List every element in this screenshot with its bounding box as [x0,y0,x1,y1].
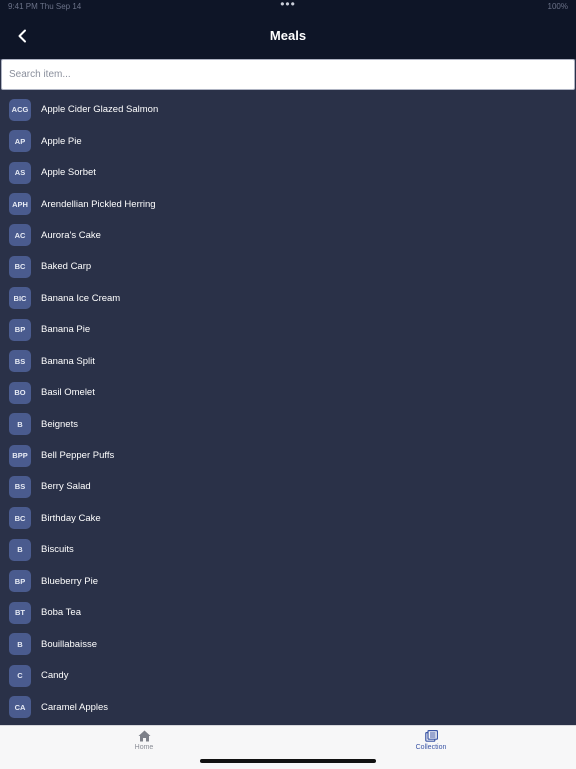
avatar: BP [9,318,31,341]
list-item[interactable]: BP Blueberry Pie [0,566,576,597]
list-item[interactable]: B Beignets [0,408,576,439]
avatar: B [9,538,31,561]
list-item-label: Blueberry Pie [41,575,99,587]
avatar: BPP [9,444,31,467]
avatar: BS [9,475,31,498]
list-item[interactable]: BC Baked Carp [0,251,576,282]
list-item-label: Aurora's Cake [41,229,101,241]
search-input[interactable] [1,59,575,90]
search-bar [0,59,576,92]
avatar: BT [9,601,31,624]
avatar: AC [9,224,31,247]
list-item-label: Birthday Cake [41,512,101,524]
avatar: BC [9,255,31,278]
tab-collection-label: Collection [415,744,447,751]
list-item[interactable]: AP Apple Pie [0,125,576,156]
status-time: 9:41 PM Thu Sep 14 [8,2,82,11]
list-item-label: Boba Tea [41,607,81,619]
avatar: B [9,633,31,656]
list-item-label: Banana Ice Cream [41,292,121,304]
list-item-label: Bell Pepper Puffs [41,450,115,462]
avatar: BO [9,381,31,404]
home-indicator [200,759,376,763]
list-item[interactable]: AC Aurora's Cake [0,220,576,251]
avatar: BS [9,350,31,373]
list-item-label: Banana Split [41,355,95,367]
list-item-label: Apple Cider Glazed Salmon [41,104,159,116]
list-item-label: Apple Sorbet [41,167,96,179]
avatar: BP [9,570,31,593]
list-item[interactable]: ACG Apple Cider Glazed Salmon [0,94,576,125]
avatar: APH [9,193,31,216]
tab-home[interactable]: Home [94,730,194,760]
list-item-label: Biscuits [41,544,74,556]
list-item-label: Arendellian Pickled Herring [41,198,156,210]
list-item[interactable]: BP Banana Pie [0,314,576,345]
tab-collection[interactable]: Collection [381,730,481,760]
list-item-label: Caramel Apples [41,701,109,713]
list-item-label: Banana Pie [41,324,91,336]
list-item-label: Berry Salad [41,481,91,493]
battery-status: 100% [547,2,568,11]
list-item[interactable]: BO Basil Omelet [0,377,576,408]
avatar: CA [9,696,31,719]
multitask-dots-icon[interactable]: ••• [276,0,300,11]
list-item[interactable]: C Candy [0,660,576,691]
avatar: B [9,413,31,436]
list-item-label: Bouillabaisse [41,638,97,650]
collection-icon [424,730,438,742]
list-item[interactable]: BC Birthday Cake [0,503,576,534]
list-item-label: Apple Pie [41,135,82,147]
list-item[interactable]: CA Caramel Apples [0,691,576,722]
page-title: Meals [269,28,307,43]
list-item[interactable]: BPP Bell Pepper Puffs [0,440,576,471]
status-bar: 9:41 PM Thu Sep 14 ••• 100% [0,0,576,14]
list-item[interactable]: B Bouillabaisse [0,628,576,659]
tab-home-label: Home [134,744,154,751]
home-icon [138,730,150,742]
list-item[interactable]: APH Arendellian Pickled Herring [0,188,576,219]
avatar: ACG [9,98,31,121]
list-item-label: Basil Omelet [41,387,95,399]
list-item[interactable]: BS Banana Split [0,346,576,377]
meal-list: ACG Apple Cider Glazed Salmon AP Apple Pie A… [0,94,576,724]
navigation-bar: 9:41 PM Thu Sep 14 ••• 100% Meals [0,0,576,59]
list-item[interactable]: AS Apple Sorbet [0,157,576,188]
avatar: BC [9,507,31,530]
list-item[interactable]: BS Berry Salad [0,471,576,502]
list-item[interactable]: B Biscuits [0,534,576,565]
list-item-label: Baked Carp [41,261,92,273]
list-item[interactable]: BT Boba Tea [0,597,576,628]
avatar: AS [9,161,31,184]
list-item[interactable]: BIC Banana Ice Cream [0,283,576,314]
avatar: AP [9,130,31,153]
avatar: BIC [9,287,31,310]
list-item-label: Beignets [41,418,78,430]
avatar: C [9,664,31,687]
list-item-label: Candy [41,670,69,682]
